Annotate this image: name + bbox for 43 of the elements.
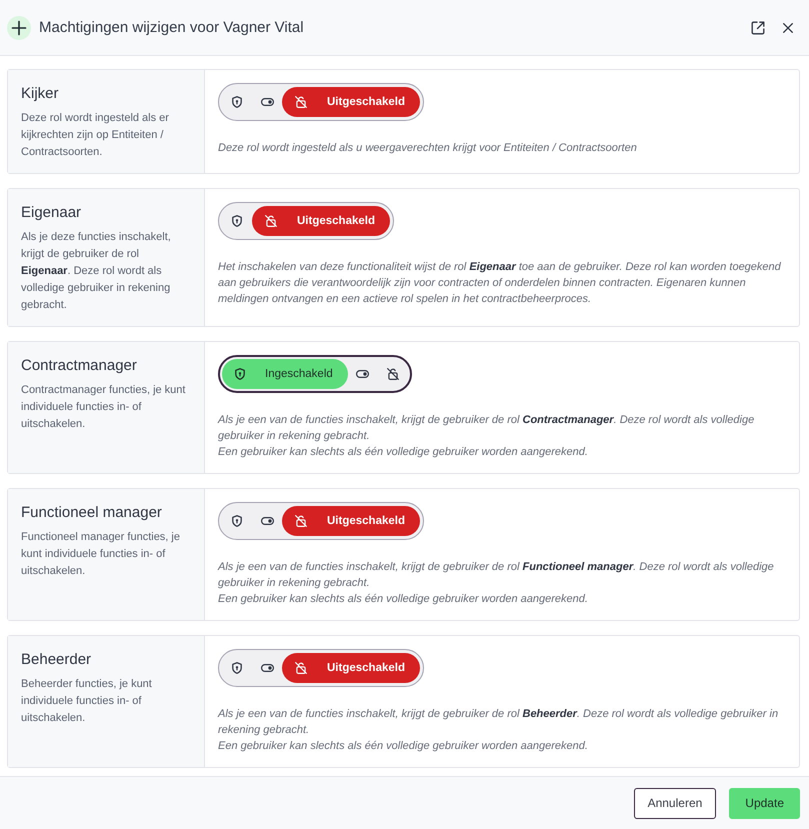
- role-note: Als je een van de functies inschakelt, krijgt de gebruiker de rol Beheerder. Deze rol wordt als volledige gebruiker in rekening gebracht.: [218, 707, 780, 738]
- role-title: Eigenaar: [21, 204, 82, 222]
- mode-option[interactable]: Uitgeschakeld: [252, 206, 390, 236]
- toggle-icon: [260, 98, 274, 106]
- crossed-lock-icon: [295, 515, 307, 527]
- shield-icon: [235, 368, 245, 380]
- role-title: Kijker: [21, 85, 60, 103]
- crossed-lock-icon: [295, 662, 307, 674]
- role-note: Een gebruiker kan slechts als één volledige gebruiker worden aangerekend.: [218, 592, 589, 607]
- role-note: Het inschakelen van deze functionaliteit wijst de rol Eigenaar toe aan de gebruiker. Deze rol kan worden toegekend aan gebruikers die verantwoordelijk zijn voor contracten of onderdelen binnen contracten. Eigenaren kunnen meldingen ontvangen en een actieve rol spelen in het contractbeheerproces.: [218, 260, 782, 307]
- shield-icon: [232, 662, 242, 674]
- mode-option[interactable]: Uitgeschakeld: [282, 653, 420, 683]
- toggle-icon: [356, 370, 370, 378]
- role-note: Een gebruiker kan slechts als één volledige gebruiker worden aangerekend.: [218, 445, 589, 460]
- role-title: Functioneel manager: [21, 504, 163, 522]
- toggle-icon: [260, 664, 274, 672]
- mode-option[interactable]: Uitgeschakeld: [282, 506, 420, 536]
- toggle-icon: [260, 517, 274, 525]
- shield-icon: [232, 96, 242, 108]
- shield-icon: [232, 515, 242, 527]
- role-description: Functioneel manager functies, je kunt individuele functies in- of uitschakelen.: [21, 530, 181, 579]
- update-button[interactable]: Update: [729, 788, 800, 818]
- role-title: Contractmanager: [21, 357, 138, 375]
- role-note: Deze rol wordt ingesteld als u weergaverechten krijgt voor Entiteiten / Contractsoorten: [218, 141, 638, 156]
- crossed-lock-icon: [265, 215, 277, 227]
- role-title: Beheerder: [21, 651, 92, 669]
- cancel-button[interactable]: Annuleren: [634, 788, 716, 818]
- mode-option[interactable]: Ingeschakeld: [222, 359, 348, 389]
- plus-icon: [7, 16, 31, 40]
- mode-option[interactable]: Uitgeschakeld: [282, 87, 420, 117]
- role-description: Contractmanager functies, je kunt individuele functies in- of uitschakelen.: [21, 383, 186, 432]
- role-note: Een gebruiker kan slechts als één volledige gebruiker worden aangerekend.: [218, 739, 589, 754]
- role-note: Als je een van de functies inschakelt, krijgt de gebruiker de rol Functioneel manager. Deze rol wordt als volledige gebruiker in rekening gebracht.: [218, 560, 775, 591]
- role-description: Deze rol wordt ingesteld als er kijkrechten zijn op Entiteiten / Contractsoorten.: [21, 111, 170, 160]
- role-note: Als je een van de functies inschakelt, krijgt de gebruiker de rol Contractmanager. Deze rol wordt als volledige gebruiker in rekening gebracht.: [218, 413, 756, 444]
- role-description: Als je deze functies inschakelt, krijgt de gebruiker de rol Eigenaar. Deze rol wordt als volledige gebruiker in rekening gebracht.: [21, 230, 172, 313]
- role-description: Beheerder functies, je kunt individuele functies in- of uitschakelen.: [21, 677, 153, 726]
- dialog-title: Machtigingen wijzigen voor Vagner Vital: [39, 19, 305, 36]
- close-icon[interactable]: [783, 22, 793, 32]
- expand-icon[interactable]: [751, 20, 765, 34]
- crossed-lock-icon: [295, 96, 307, 108]
- crossed-lock-icon: [386, 368, 399, 380]
- shield-icon: [232, 215, 242, 227]
